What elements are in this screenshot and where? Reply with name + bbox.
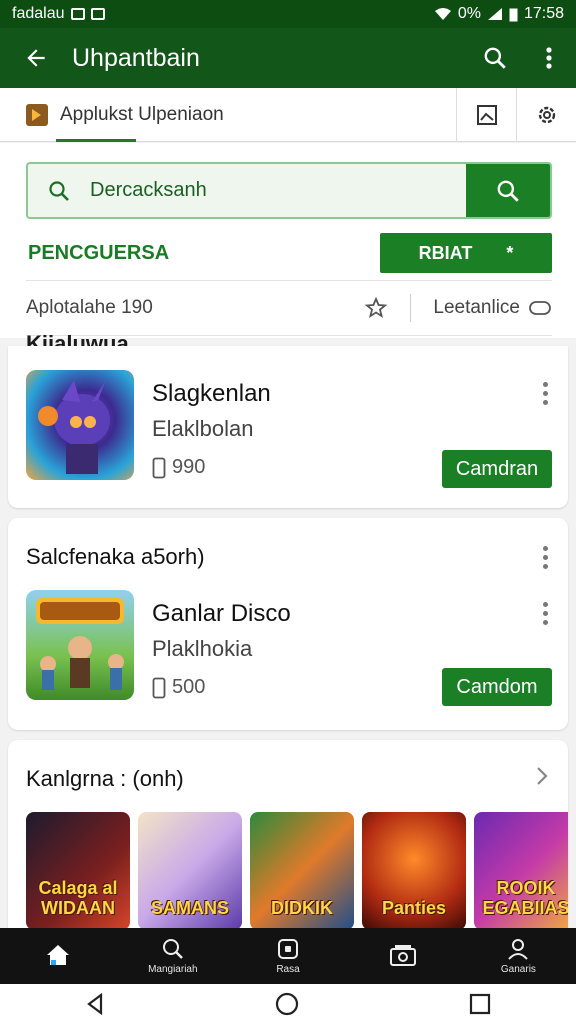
battery-percent: 0% bbox=[457, 5, 481, 22]
nav-label: Ganaris bbox=[500, 964, 536, 975]
notification-icon bbox=[70, 8, 85, 20]
back-triangle-icon[interactable] bbox=[85, 993, 105, 1015]
nav-label: Rasa bbox=[276, 964, 300, 975]
nav-home[interactable] bbox=[0, 928, 115, 984]
status-bar: fadalau 0% 17:58 bbox=[0, 0, 576, 28]
game-title: SAMANS bbox=[150, 898, 229, 918]
game-title: Panties bbox=[381, 898, 447, 918]
tab-bar: Applukst Ulpeniaon bbox=[0, 87, 576, 142]
phone-icon bbox=[152, 457, 166, 478]
arrow-back-icon bbox=[27, 49, 45, 67]
install-button[interactable]: Camdom bbox=[442, 668, 552, 706]
tab-label: Applukst Ulpeniaon bbox=[60, 103, 224, 125]
app-bar-title: Uhpantbain bbox=[72, 43, 200, 72]
section-title: Salcfenaka a5orh) bbox=[26, 544, 205, 569]
app-bar: Uhpantbain bbox=[0, 28, 576, 88]
app-developer: Plaklhokia bbox=[152, 636, 253, 661]
game-thumbnail[interactable]: DIDKIK bbox=[250, 812, 354, 930]
filter-button-label: RBIAT bbox=[418, 242, 473, 263]
home-circle-icon[interactable] bbox=[275, 992, 299, 1016]
settings-button[interactable] bbox=[516, 87, 576, 142]
bottom-navigation: Mangiariah Rasa Ganaris bbox=[0, 928, 576, 984]
filter-label: PENCGUERSA bbox=[28, 241, 170, 264]
more-vert-icon[interactable] bbox=[540, 602, 550, 625]
app-card[interactable]: Slagkenlan Elaklbolan 990 Camdran bbox=[8, 346, 568, 508]
category-card: Kanlgrna : (onh) Calaga al WIDAAN SAMANS… bbox=[8, 740, 568, 940]
app-name: Slagkenlan bbox=[152, 380, 271, 407]
section-title-partial: Kiialuwua bbox=[26, 331, 129, 346]
controller-icon bbox=[529, 301, 551, 315]
nav-search[interactable]: Mangiariah bbox=[115, 928, 230, 984]
phone-icon bbox=[152, 677, 166, 698]
search-input[interactable]: Dercacksanh bbox=[26, 162, 552, 219]
divider bbox=[410, 294, 412, 322]
search-icon bbox=[162, 939, 183, 959]
star-icon: * bbox=[506, 242, 514, 263]
tab-indicator bbox=[56, 138, 136, 142]
game-title: DIDKIK bbox=[271, 898, 333, 918]
star-outline-icon[interactable] bbox=[364, 296, 388, 320]
library-icon bbox=[390, 944, 417, 966]
search-submit-button[interactable] bbox=[466, 164, 550, 217]
app-name: Ganlar Disco bbox=[152, 600, 291, 627]
image-icon bbox=[476, 104, 497, 125]
app-icon bbox=[26, 370, 134, 480]
chevron-right-icon[interactable] bbox=[534, 764, 550, 788]
system-navigation-bar bbox=[0, 984, 576, 1024]
recents-square-icon[interactable] bbox=[469, 993, 491, 1015]
app-size-value: 500 bbox=[172, 676, 206, 698]
game-title: Calaga al WIDAAN bbox=[38, 878, 118, 918]
app-size-value: 990 bbox=[172, 456, 206, 478]
more-vert-icon[interactable] bbox=[540, 382, 550, 405]
search-icon bbox=[484, 47, 506, 69]
search-button[interactable] bbox=[468, 28, 522, 88]
status-carrier: fadalau bbox=[12, 5, 65, 22]
more-vert-icon bbox=[546, 47, 552, 69]
more-vert-icon[interactable] bbox=[540, 546, 550, 569]
search-section: Dercacksanh PENCGUERSA RBIAT * Aplotalah… bbox=[0, 143, 576, 338]
sort-label: Leetanlice bbox=[433, 297, 520, 318]
nav-label: Mangiariah bbox=[148, 964, 198, 975]
nav-library[interactable] bbox=[346, 928, 461, 984]
signal-icon bbox=[487, 8, 502, 20]
nav-apps[interactable]: Rasa bbox=[230, 928, 345, 984]
message-icon bbox=[90, 8, 105, 20]
filter-button[interactable]: RBIAT * bbox=[380, 233, 552, 273]
image-button[interactable] bbox=[456, 87, 516, 142]
wifi-icon bbox=[434, 8, 451, 20]
battery-icon bbox=[509, 8, 518, 21]
back-button[interactable] bbox=[0, 28, 72, 88]
store-icon bbox=[26, 103, 48, 126]
apps-icon bbox=[278, 939, 298, 959]
search-icon bbox=[49, 180, 69, 201]
app-card[interactable]: Salcfenaka a5orh) Ganlar Disco Plaklhoki… bbox=[8, 518, 568, 730]
nav-account[interactable]: Ganaris bbox=[461, 928, 576, 984]
game-carousel: Calaga al WIDAAN SAMANS DIDKIK Panties R… bbox=[26, 812, 568, 940]
app-icon bbox=[26, 590, 134, 700]
person-icon bbox=[508, 939, 529, 960]
tab-applications[interactable]: Applukst Ulpeniaon bbox=[0, 88, 224, 142]
game-thumbnail[interactable]: ROOIK EGABIIAS bbox=[474, 812, 568, 930]
game-title: ROOIK EGABIIAS bbox=[482, 878, 568, 918]
install-button[interactable]: Camdran bbox=[442, 450, 552, 488]
app-size: 990 bbox=[152, 456, 205, 479]
app-count: Aplotalahe 190 bbox=[26, 297, 153, 318]
game-thumbnail[interactable]: Panties bbox=[362, 812, 466, 930]
gear-icon bbox=[538, 106, 555, 123]
carousel-title: Kanlgrna : (onh) bbox=[26, 766, 184, 791]
app-developer: Elaklbolan bbox=[152, 416, 254, 441]
home-icon bbox=[46, 944, 69, 965]
sort-button[interactable]: Leetanlice bbox=[433, 297, 552, 319]
game-thumbnail[interactable]: SAMANS bbox=[138, 812, 242, 930]
search-icon bbox=[497, 180, 519, 202]
search-placeholder: Dercacksanh bbox=[90, 179, 207, 201]
status-time: 17:58 bbox=[523, 5, 564, 22]
game-thumbnail[interactable]: Calaga al WIDAAN bbox=[26, 812, 130, 930]
app-size: 500 bbox=[152, 676, 205, 699]
more-options-button[interactable] bbox=[522, 28, 576, 88]
